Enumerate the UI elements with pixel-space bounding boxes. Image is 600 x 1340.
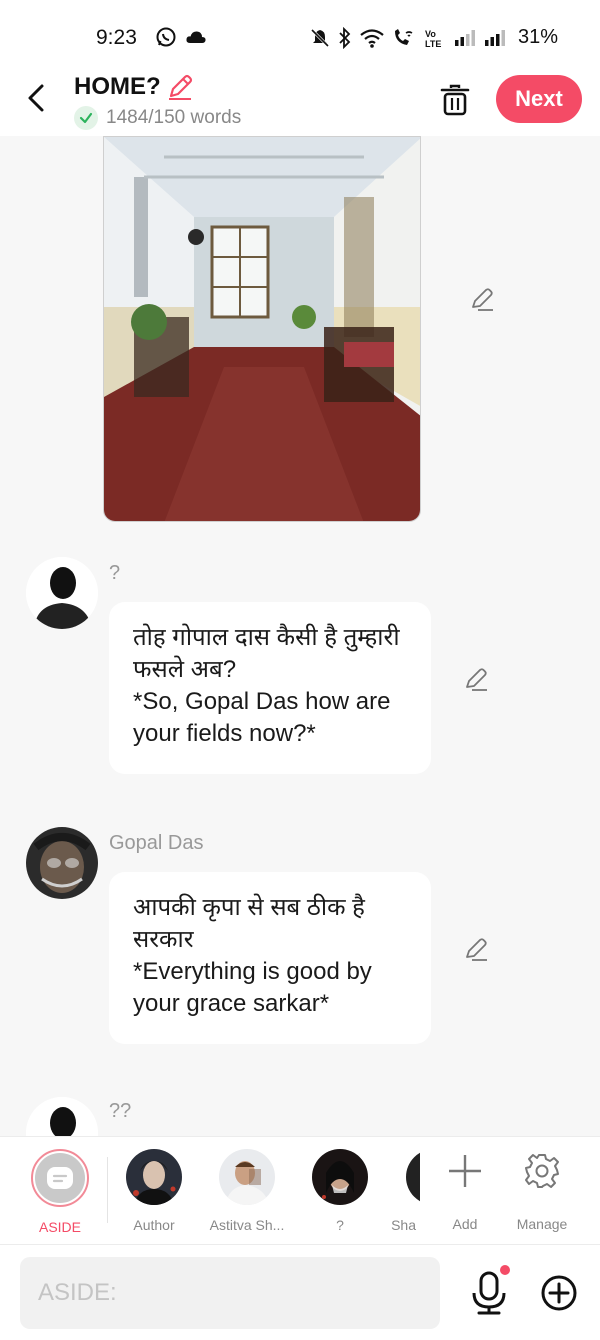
character-label: ASIDE: [38, 1219, 81, 1235]
corridor-photo: [104, 137, 420, 521]
battery-level: 31%: [517, 26, 558, 48]
avatar[interactable]: [26, 827, 98, 899]
message-bubble[interactable]: आपकी कृपा से सब ठीक है सरकार *Everything…: [109, 872, 431, 1044]
wifi-icon: [360, 28, 384, 48]
character-sha[interactable]: Sha: [380, 1149, 420, 1233]
volte-icon: VoLTE: [425, 29, 441, 48]
speaker-name: Gopal Das: [109, 832, 204, 854]
story-title: HOME?: [74, 73, 161, 100]
voice-input-button[interactable]: [470, 1271, 508, 1315]
status-bar: 9:23 Vo LTE 31%: [0, 0, 600, 72]
astitva-avatar: [219, 1149, 275, 1205]
character-author[interactable]: Author: [113, 1149, 195, 1233]
character-astitva[interactable]: Astitva Sh...: [206, 1149, 288, 1233]
composer: [0, 1244, 600, 1340]
wifi-calling-icon: [394, 28, 413, 45]
cloud-icon: [186, 31, 206, 43]
speaker-name: ??: [109, 1100, 132, 1122]
signal-icon: [484, 29, 505, 46]
character-label: Sha: [391, 1217, 416, 1233]
svg-text:LTE: LTE: [425, 39, 441, 48]
signal-icon: [454, 29, 475, 46]
word-count: 1484/150 words: [106, 107, 242, 128]
unknown-character-avatar: [312, 1149, 368, 1205]
editor-header: HOME? 1484/150 words Next: [0, 66, 600, 136]
add-character-button[interactable]: Add: [424, 1149, 506, 1232]
avatar[interactable]: [26, 1097, 98, 1136]
bluetooth-icon: [339, 26, 351, 49]
avatar[interactable]: [26, 557, 98, 629]
character-label: Author: [133, 1217, 175, 1233]
plus-icon: [449, 1155, 481, 1187]
edit-message-button[interactable]: [462, 666, 490, 694]
character-label: Astitva Sh...: [209, 1217, 285, 1233]
message-english: *So, Gopal Das how are your fields now?*: [133, 688, 391, 747]
manage-label: Manage: [516, 1216, 568, 1232]
character-unknown[interactable]: ?: [299, 1149, 381, 1233]
manage-characters-button[interactable]: Manage: [501, 1149, 583, 1232]
delete-button[interactable]: [436, 82, 474, 118]
message-hindi: आपकी कृपा से सब ठीक है सरकार: [133, 894, 365, 953]
back-button[interactable]: [18, 80, 54, 116]
character-label: ?: [336, 1217, 344, 1233]
gopal-das-avatar: [26, 827, 98, 899]
recording-indicator: [500, 1265, 510, 1275]
microphone-icon: [472, 1271, 506, 1315]
message-english: *Everything is good by your grace sarkar…: [133, 958, 372, 1017]
pencil-icon: [466, 668, 487, 691]
edit-message-button[interactable]: [462, 936, 490, 964]
aside-chat-icon: [47, 1167, 73, 1189]
sha-avatar: [406, 1149, 420, 1205]
add-attachment-button[interactable]: [540, 1274, 578, 1312]
chevron-left-icon: [28, 84, 44, 112]
trash-icon: [440, 84, 470, 116]
story-content[interactable]: ? तोह गोपाल दास कैसी है तुम्हारी फसले अब…: [0, 136, 600, 1136]
status-time: 9:23: [96, 26, 137, 49]
speaker-name: ?: [109, 562, 121, 584]
edit-image-button[interactable]: [468, 286, 496, 314]
add-label: Add: [452, 1216, 478, 1232]
character-selector: ASIDE Author Astitva Sh... ? Sha Add Man…: [0, 1136, 600, 1244]
check-icon: [74, 106, 98, 130]
message-hindi: तोह गोपाल दास कैसी है तुम्हारी फसले अब?: [133, 624, 400, 683]
pencil-icon: [472, 288, 493, 311]
scene-image[interactable]: [103, 136, 421, 522]
next-button[interactable]: Next: [496, 75, 582, 123]
character-aside[interactable]: ASIDE: [19, 1149, 101, 1235]
svg-text:Vo: Vo: [425, 29, 436, 39]
message-input[interactable]: [20, 1257, 440, 1329]
gear-icon: [525, 1154, 559, 1188]
mute-icon: [310, 28, 330, 47]
message-bubble[interactable]: तोह गोपाल दास कैसी है तुम्हारी फसले अब? …: [109, 602, 431, 774]
add-circle-icon: [541, 1275, 577, 1311]
silhouette-avatar: [26, 1097, 98, 1136]
word-count-status: 1484/150 words: [74, 106, 241, 130]
divider: [107, 1157, 108, 1223]
pencil-icon: [466, 938, 487, 961]
page-title[interactable]: HOME?: [74, 72, 195, 102]
whatsapp-icon: [156, 27, 176, 47]
silhouette-avatar: [26, 557, 98, 629]
edit-title-icon[interactable]: [165, 72, 195, 102]
author-avatar: [126, 1149, 182, 1205]
